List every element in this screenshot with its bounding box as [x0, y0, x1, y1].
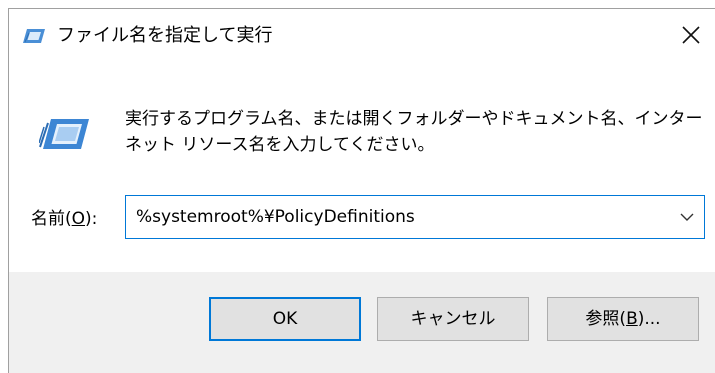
instruction-line: 実行するプログラム名、または開くフォルダーやドキュメント名、インター	[125, 109, 703, 129]
run-dialog-icon	[39, 119, 89, 149]
cancel-button[interactable]: キャンセル	[377, 297, 529, 341]
browse-label-accelerator: B	[626, 309, 638, 329]
browse-button[interactable]: 参照(B)...	[547, 297, 699, 341]
name-combobox[interactable]	[125, 195, 705, 239]
title-bar[interactable]: ファイル名を指定して実行	[9, 9, 715, 67]
run-dialog: ファイル名を指定して実行 実行するプログラム名、または開くフォルダーやドキュメン…	[8, 8, 715, 373]
run-dialog-icon	[23, 29, 45, 43]
ok-button[interactable]: OK	[209, 297, 361, 341]
browse-label-suffix: )...	[637, 309, 661, 329]
name-label-accelerator: O	[71, 209, 86, 229]
name-label: 名前(O):	[31, 207, 97, 231]
window-title: ファイル名を指定して実行	[57, 25, 273, 46]
name-input[interactable]	[136, 196, 656, 238]
button-bar: OK キャンセル 参照(B)...	[9, 272, 715, 373]
chevron-down-icon[interactable]	[678, 208, 696, 226]
name-label-suffix: ):	[85, 209, 98, 229]
instruction-text: 実行するプログラム名、または開くフォルダーやドキュメント名、インター ネット リ…	[125, 106, 703, 158]
dialog-content: 実行するプログラム名、または開くフォルダーやドキュメント名、インター ネット リ…	[9, 67, 715, 272]
close-icon	[682, 26, 700, 44]
instruction-line: ネット リソース名を入力してください。	[125, 135, 435, 155]
close-button[interactable]	[673, 17, 709, 53]
name-label-prefix: 名前(	[31, 209, 72, 229]
browse-label-prefix: 参照(	[585, 309, 627, 329]
